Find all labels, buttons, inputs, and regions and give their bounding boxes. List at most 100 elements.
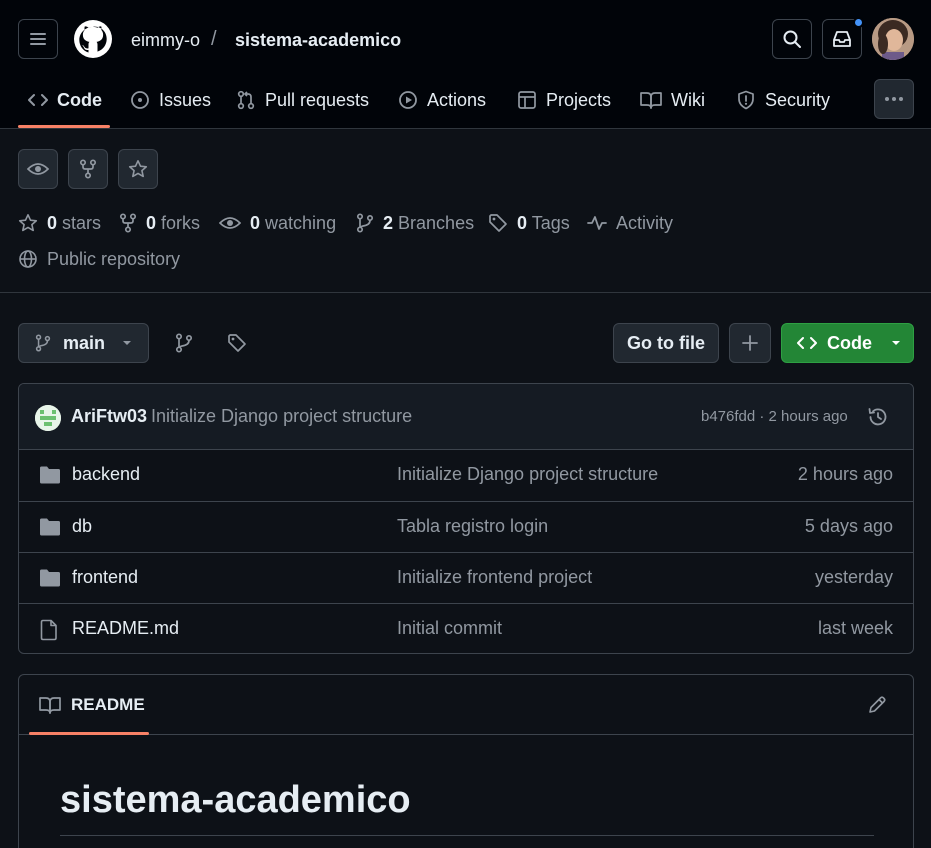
repo-owner-link[interactable]: eimmy-o: [131, 30, 200, 51]
readme-tab-underline: [29, 732, 149, 735]
table-row[interactable]: db Tabla registro login 5 days ago: [19, 501, 913, 552]
commit-message[interactable]: Initialize Django project structure: [151, 406, 412, 427]
search-button[interactable]: [772, 19, 812, 59]
tab-issues-label: Issues: [159, 89, 212, 110]
file-commit-message[interactable]: Initial commit: [397, 618, 502, 639]
folder-icon: [40, 518, 60, 536]
stars-stat[interactable]: 0 stars: [18, 212, 101, 234]
tab-security[interactable]: Security: [736, 86, 830, 114]
tab-projects-label: Projects: [546, 89, 612, 110]
add-file-button[interactable]: [729, 323, 771, 363]
tags-label: Tags: [531, 212, 570, 233]
file-table: AriFtw03 Initialize Django project struc…: [18, 383, 914, 654]
readme-tab[interactable]: README: [39, 695, 145, 715]
section-divider: [0, 292, 931, 293]
tab-projects[interactable]: Projects: [517, 86, 611, 114]
file-commit-message[interactable]: Initialize frontend project: [397, 567, 592, 588]
table-row[interactable]: frontend Initialize frontend project yes…: [19, 552, 913, 603]
fork-button[interactable]: [68, 149, 108, 189]
edit-readme-button[interactable]: [867, 695, 887, 715]
go-to-file-button[interactable]: Go to file: [613, 323, 719, 363]
history-button[interactable]: [867, 406, 889, 428]
readme-title: sistema-academico: [60, 779, 411, 821]
branches-stat[interactable]: 2 Branches: [356, 212, 474, 234]
branch-name: main: [63, 332, 106, 353]
tab-issues[interactable]: Issues: [130, 86, 211, 114]
code-dropdown-button[interactable]: Code: [781, 323, 914, 363]
branches-label: Branches: [398, 212, 475, 233]
notification-dot: [853, 17, 864, 28]
pulse-icon: [587, 216, 607, 230]
watch-button[interactable]: [18, 149, 58, 189]
branch-selector[interactable]: main: [18, 323, 149, 363]
latest-commit-bar: AriFtw03 Initialize Django project struc…: [19, 384, 913, 450]
commit-meta[interactable]: b476fdd · 2 hours ago: [701, 408, 848, 425]
search-icon: [783, 30, 801, 48]
github-logo-icon[interactable]: [74, 20, 112, 58]
globe-icon: [19, 250, 37, 268]
forks-stat[interactable]: 0 forks: [119, 212, 200, 234]
repo-name-link[interactable]: sistema-academico: [235, 30, 401, 51]
tag-icon: [228, 334, 246, 352]
tags-link[interactable]: [227, 333, 247, 353]
path-separator: /: [211, 28, 217, 50]
issue-icon: [131, 91, 149, 109]
branches-link[interactable]: [175, 333, 195, 353]
table-row[interactable]: backend Initialize Django project struct…: [19, 450, 913, 501]
table-row[interactable]: README.md Initial commit last week: [19, 603, 913, 653]
visibility-stat: Public repository: [18, 248, 180, 270]
tags-count: 0: [517, 212, 528, 233]
tab-actions[interactable]: Actions: [398, 86, 486, 114]
star-icon: [18, 213, 38, 232]
book-icon: [640, 92, 662, 109]
table-icon: [518, 91, 536, 109]
tab-security-label: Security: [765, 89, 831, 110]
branches-count: 2: [383, 212, 394, 233]
avatar[interactable]: [872, 18, 914, 60]
watching-count: 0: [250, 212, 261, 233]
tab-actions-label: Actions: [427, 89, 487, 110]
stars-label: stars: [62, 212, 102, 233]
file-name[interactable]: db: [72, 516, 92, 537]
file-name[interactable]: README.md: [72, 618, 179, 639]
star-button[interactable]: [118, 149, 158, 189]
branch-icon: [175, 333, 193, 353]
readme-title-rule: [60, 835, 874, 836]
file-commit-time: last week: [817, 618, 893, 638]
file-icon: [40, 619, 57, 641]
file-name[interactable]: frontend: [72, 567, 138, 588]
eye-icon: [219, 217, 241, 229]
readme-panel: README sistema-academico: [18, 674, 914, 848]
commit-author[interactable]: AriFtw03: [71, 406, 147, 427]
file-commit-time: 2 hours ago: [797, 464, 893, 484]
tab-wiki[interactable]: Wiki: [640, 86, 705, 114]
file-commit-message[interactable]: Tabla registro login: [397, 516, 548, 537]
star-icon: [128, 159, 148, 178]
pull-request-icon: [237, 90, 255, 110]
more-tabs-button[interactable]: [874, 79, 914, 119]
play-icon: [399, 91, 417, 109]
stars-count: 0: [47, 212, 58, 233]
tag-icon: [489, 214, 507, 232]
file-name[interactable]: backend: [72, 464, 140, 485]
active-tab-underline: [18, 125, 110, 128]
tab-code[interactable]: Code: [28, 86, 102, 114]
readme-tab-label: README: [71, 695, 145, 714]
tags-stat[interactable]: 0 Tags: [488, 212, 570, 234]
forks-count: 0: [146, 212, 157, 233]
book-icon: [39, 697, 61, 714]
caret-down-icon: [123, 341, 132, 345]
shield-icon: [738, 90, 754, 110]
commit-author-avatar[interactable]: [35, 405, 61, 431]
file-commit-message[interactable]: Initialize Django project structure: [397, 464, 658, 485]
tab-pull-requests[interactable]: Pull requests: [236, 86, 369, 114]
code-icon: [797, 337, 817, 349]
branch-icon: [356, 213, 374, 233]
tab-wiki-label: Wiki: [671, 89, 705, 110]
hamburger-icon: [30, 33, 46, 45]
activity-link[interactable]: Activity: [587, 212, 673, 234]
menu-button[interactable]: [18, 19, 58, 59]
activity-label: Activity: [616, 212, 674, 233]
inbox-icon: [833, 31, 851, 47]
watching-stat[interactable]: 0 watching: [219, 212, 336, 234]
